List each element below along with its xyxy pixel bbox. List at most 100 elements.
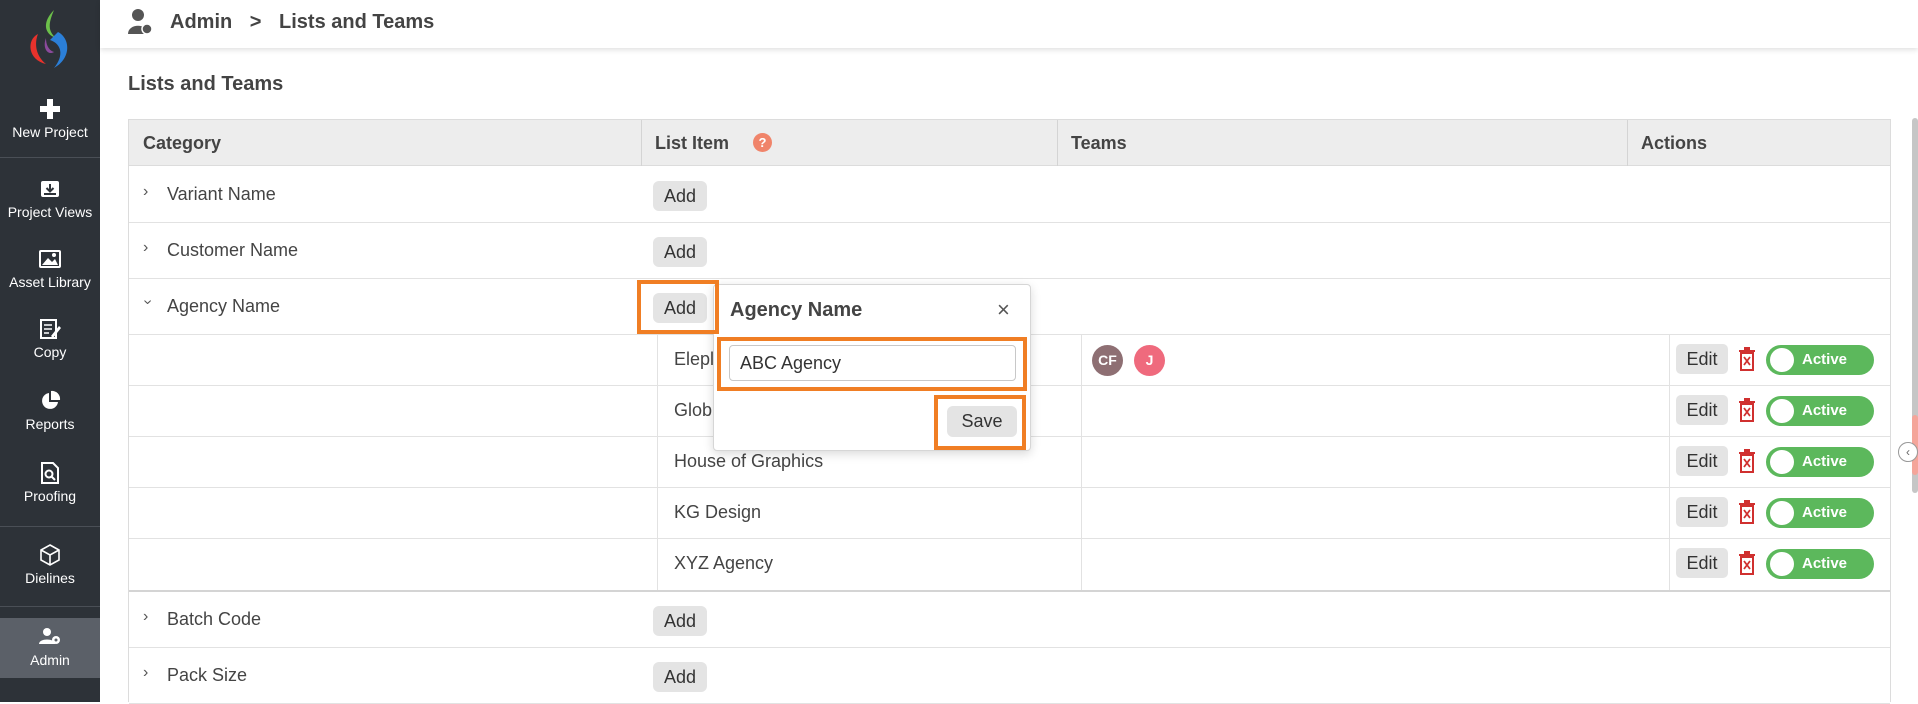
teams-cell: [1081, 539, 1669, 590]
avatar[interactable]: CF: [1092, 345, 1123, 376]
app-logo[interactable]: [24, 8, 76, 70]
admin-user-icon: [39, 628, 60, 644]
sidebar-item-label: Proofing: [23, 488, 77, 504]
delete-icon[interactable]: [1738, 347, 1756, 371]
category-row-variant-name: › Variant Name Add: [129, 167, 1890, 223]
close-icon[interactable]: ×: [997, 297, 1010, 323]
status-toggle[interactable]: Active: [1766, 447, 1874, 477]
breadcrumb-separator: >: [249, 11, 262, 33]
sidebar-item-label: Dielines: [25, 570, 75, 586]
sidebar-item-label: New Project: [12, 124, 88, 140]
add-agency-popover: Agency Name × Save: [713, 284, 1031, 451]
category-row-pack-size: › Pack Size Add: [129, 648, 1890, 704]
chevron-right-icon[interactable]: ›: [143, 664, 148, 682]
edit-button[interactable]: Edit: [1676, 548, 1728, 578]
breadcrumb-current: Lists and Teams: [279, 11, 435, 33]
popover-title: Agency Name: [730, 299, 863, 321]
status-toggle[interactable]: Active: [1766, 396, 1874, 426]
toggle-label: Active: [1802, 555, 1848, 572]
status-toggle[interactable]: Active: [1766, 549, 1874, 579]
actions-cell: Edit Active: [1669, 386, 1890, 437]
category-label[interactable]: Pack Size: [167, 665, 247, 686]
teams-cell: [1081, 437, 1669, 488]
sidebar-item-copy[interactable]: Copy: [0, 318, 100, 360]
sidebar-item-label: Asset Library: [9, 274, 91, 290]
sidebar-item-dielines[interactable]: Dielines: [0, 544, 100, 586]
sidebar-item-proofing[interactable]: Proofing: [0, 462, 100, 504]
row-spacer: [129, 335, 657, 386]
toggle-knob: [1770, 501, 1794, 525]
delete-icon[interactable]: [1738, 551, 1756, 575]
sidebar-item-label: Project Views: [7, 204, 93, 220]
delete-icon[interactable]: [1738, 449, 1756, 473]
toggle-label: Active: [1802, 504, 1848, 521]
page-title: Lists and Teams: [128, 73, 284, 95]
row-spacer: [129, 437, 657, 488]
table-header: Category List Item? Teams Actions: [129, 120, 1890, 166]
edit-button[interactable]: Edit: [1676, 497, 1728, 527]
cube-icon: [40, 544, 60, 566]
column-header-teams: Teams: [1071, 133, 1127, 153]
row-spacer: [129, 386, 657, 437]
teams-cell: [1081, 386, 1669, 437]
category-row-batch-code: › Batch Code Add: [129, 592, 1890, 648]
toggle-knob: [1770, 450, 1794, 474]
category-label[interactable]: Batch Code: [167, 609, 261, 630]
add-button[interactable]: Add: [653, 606, 707, 636]
add-agency-button[interactable]: Add: [653, 293, 707, 323]
chevron-right-icon[interactable]: ›: [143, 608, 148, 626]
sidebar: New Project Project Views Asset Library …: [0, 0, 100, 702]
delete-icon[interactable]: [1738, 500, 1756, 524]
plus-icon: [40, 99, 60, 119]
add-button[interactable]: Add: [653, 181, 707, 211]
edit-button[interactable]: Edit: [1676, 344, 1728, 374]
help-icon[interactable]: ?: [753, 133, 773, 153]
list-item-label: XYZ Agency: [674, 553, 774, 573]
sidebar-item-project-views[interactable]: Project Views: [0, 178, 100, 220]
save-button[interactable]: Save: [947, 406, 1017, 437]
column-header-category: Category: [143, 133, 222, 153]
column-header-list-item: List Item?: [641, 120, 773, 166]
sidebar-divider: [0, 526, 100, 527]
category-label[interactable]: Customer Name: [167, 240, 298, 261]
sidebar-item-asset-library[interactable]: Asset Library: [0, 248, 100, 290]
breadcrumb-admin[interactable]: Admin: [170, 11, 232, 33]
toggle-label: Active: [1802, 453, 1848, 470]
teams-cell: [1081, 488, 1669, 539]
toggle-knob: [1770, 348, 1794, 372]
list-item-label: KG Design: [674, 502, 762, 522]
copy-edit-icon: [40, 319, 61, 339]
avatar[interactable]: J: [1134, 345, 1165, 376]
edit-button[interactable]: Edit: [1676, 446, 1728, 476]
add-button[interactable]: Add: [653, 237, 707, 267]
category-label[interactable]: Variant Name: [167, 184, 276, 205]
status-toggle[interactable]: Active: [1766, 498, 1874, 528]
toggle-label: Active: [1802, 351, 1848, 368]
list-item-cell: XYZ Agency: [657, 539, 1081, 590]
chevron-right-icon[interactable]: ›: [143, 183, 148, 201]
agency-name-input[interactable]: [729, 345, 1016, 381]
category-label[interactable]: Agency Name: [167, 296, 280, 317]
list-item-label: House of Graphics: [674, 451, 824, 471]
table-row: KG Design Edit Active: [129, 488, 1890, 539]
toggle-label: Active: [1802, 402, 1848, 419]
add-button[interactable]: Add: [653, 662, 707, 692]
category-row-customer-name: › Customer Name Add: [129, 223, 1890, 279]
proofing-search-icon: [41, 462, 59, 484]
list-item-cell: KG Design: [657, 488, 1081, 539]
sidebar-item-new-project[interactable]: New Project: [0, 98, 100, 140]
row-spacer: [129, 539, 657, 590]
toggle-knob: [1770, 552, 1794, 576]
delete-icon[interactable]: [1738, 398, 1756, 422]
sidebar-item-admin[interactable]: Admin: [0, 618, 100, 678]
column-header-actions: Actions: [1641, 133, 1708, 153]
collapse-panel-icon[interactable]: ‹: [1898, 442, 1918, 462]
chevron-right-icon[interactable]: ›: [143, 239, 148, 257]
project-views-icon: [41, 181, 59, 197]
table-row: XYZ Agency Edit Active: [129, 539, 1890, 590]
pie-chart-icon: [42, 390, 61, 409]
status-toggle[interactable]: Active: [1766, 345, 1874, 375]
chevron-down-icon[interactable]: ›: [139, 299, 157, 304]
sidebar-item-reports[interactable]: Reports: [0, 390, 100, 432]
edit-button[interactable]: Edit: [1676, 395, 1728, 425]
